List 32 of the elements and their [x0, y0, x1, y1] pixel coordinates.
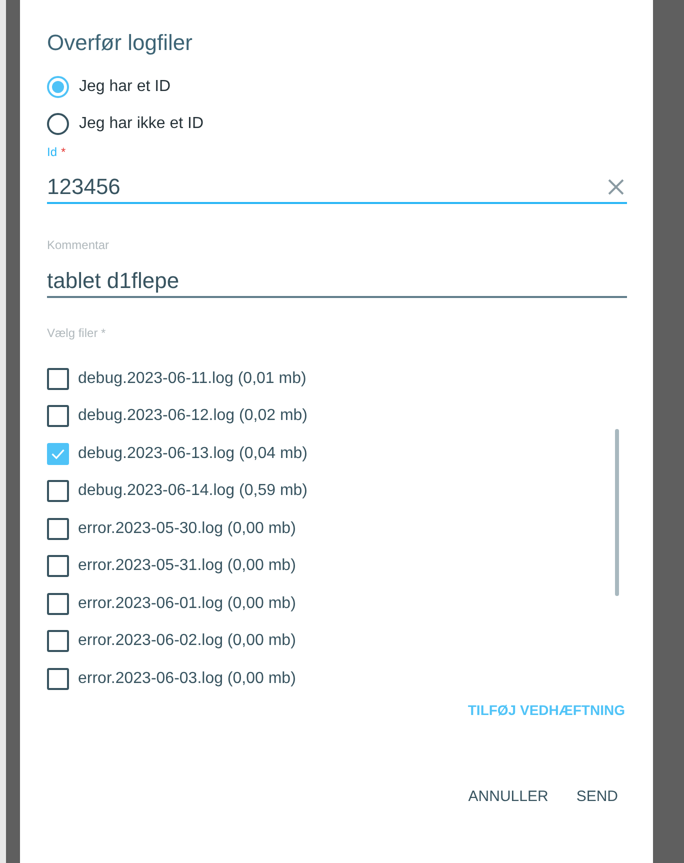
comment-label: Kommentar	[47, 238, 110, 252]
file-checkbox[interactable]: error.2023-05-31.log (0,00 mb)	[47, 548, 627, 585]
radio-option[interactable]: Jeg har et ID	[47, 74, 627, 100]
file-checkbox[interactable]: error.2023-05-30.log (0,00 mb)	[47, 510, 627, 548]
radio-icon	[47, 113, 69, 135]
file-checkbox[interactable]: debug.2023-06-11.log (0,01 mb)	[47, 360, 627, 398]
file-checkbox[interactable]: error.2023-06-03.log (0,00 mb)	[47, 660, 627, 698]
checkbox-icon	[47, 518, 69, 540]
checkbox-icon	[47, 368, 69, 390]
close-icon[interactable]	[607, 178, 625, 196]
file-checkbox[interactable]: error.2023-06-01.log (0,00 mb)	[47, 585, 627, 622]
checkbox-icon	[47, 630, 69, 652]
file-checkbox[interactable]: error.2023-06-02.log (0,00 mb)	[47, 622, 627, 660]
dialog-title: Overfør logfiler	[47, 29, 194, 57]
comment-input-field[interactable]: tablet d1flepe	[47, 264, 627, 298]
file-checkbox[interactable]: debug.2023-06-14.log (0,59 mb)	[47, 472, 627, 510]
dialog-action-button[interactable]: ANNULLER	[468, 786, 548, 808]
checkbox-icon	[47, 405, 69, 428]
radio-icon	[47, 76, 69, 98]
file-checkbox[interactable]: debug.2023-06-12.log (0,02 mb)	[47, 398, 627, 435]
checkbox-icon	[47, 555, 69, 578]
dialog-action-button[interactable]: SEND	[576, 786, 618, 808]
checkbox-icon	[47, 592, 69, 615]
required-mark: *	[61, 145, 66, 159]
id-input-field[interactable]: 123456	[47, 171, 627, 204]
files-label: Vælg filer *	[47, 326, 107, 340]
checkbox-icon	[47, 668, 69, 690]
id-label: Id	[47, 145, 58, 159]
file-checkbox[interactable]: debug.2023-06-13.log (0,04 mb)	[47, 435, 627, 472]
radio-option[interactable]: Jeg har ikke et ID	[47, 111, 627, 137]
checkbox-icon	[47, 442, 69, 465]
checkbox-icon	[47, 480, 69, 502]
